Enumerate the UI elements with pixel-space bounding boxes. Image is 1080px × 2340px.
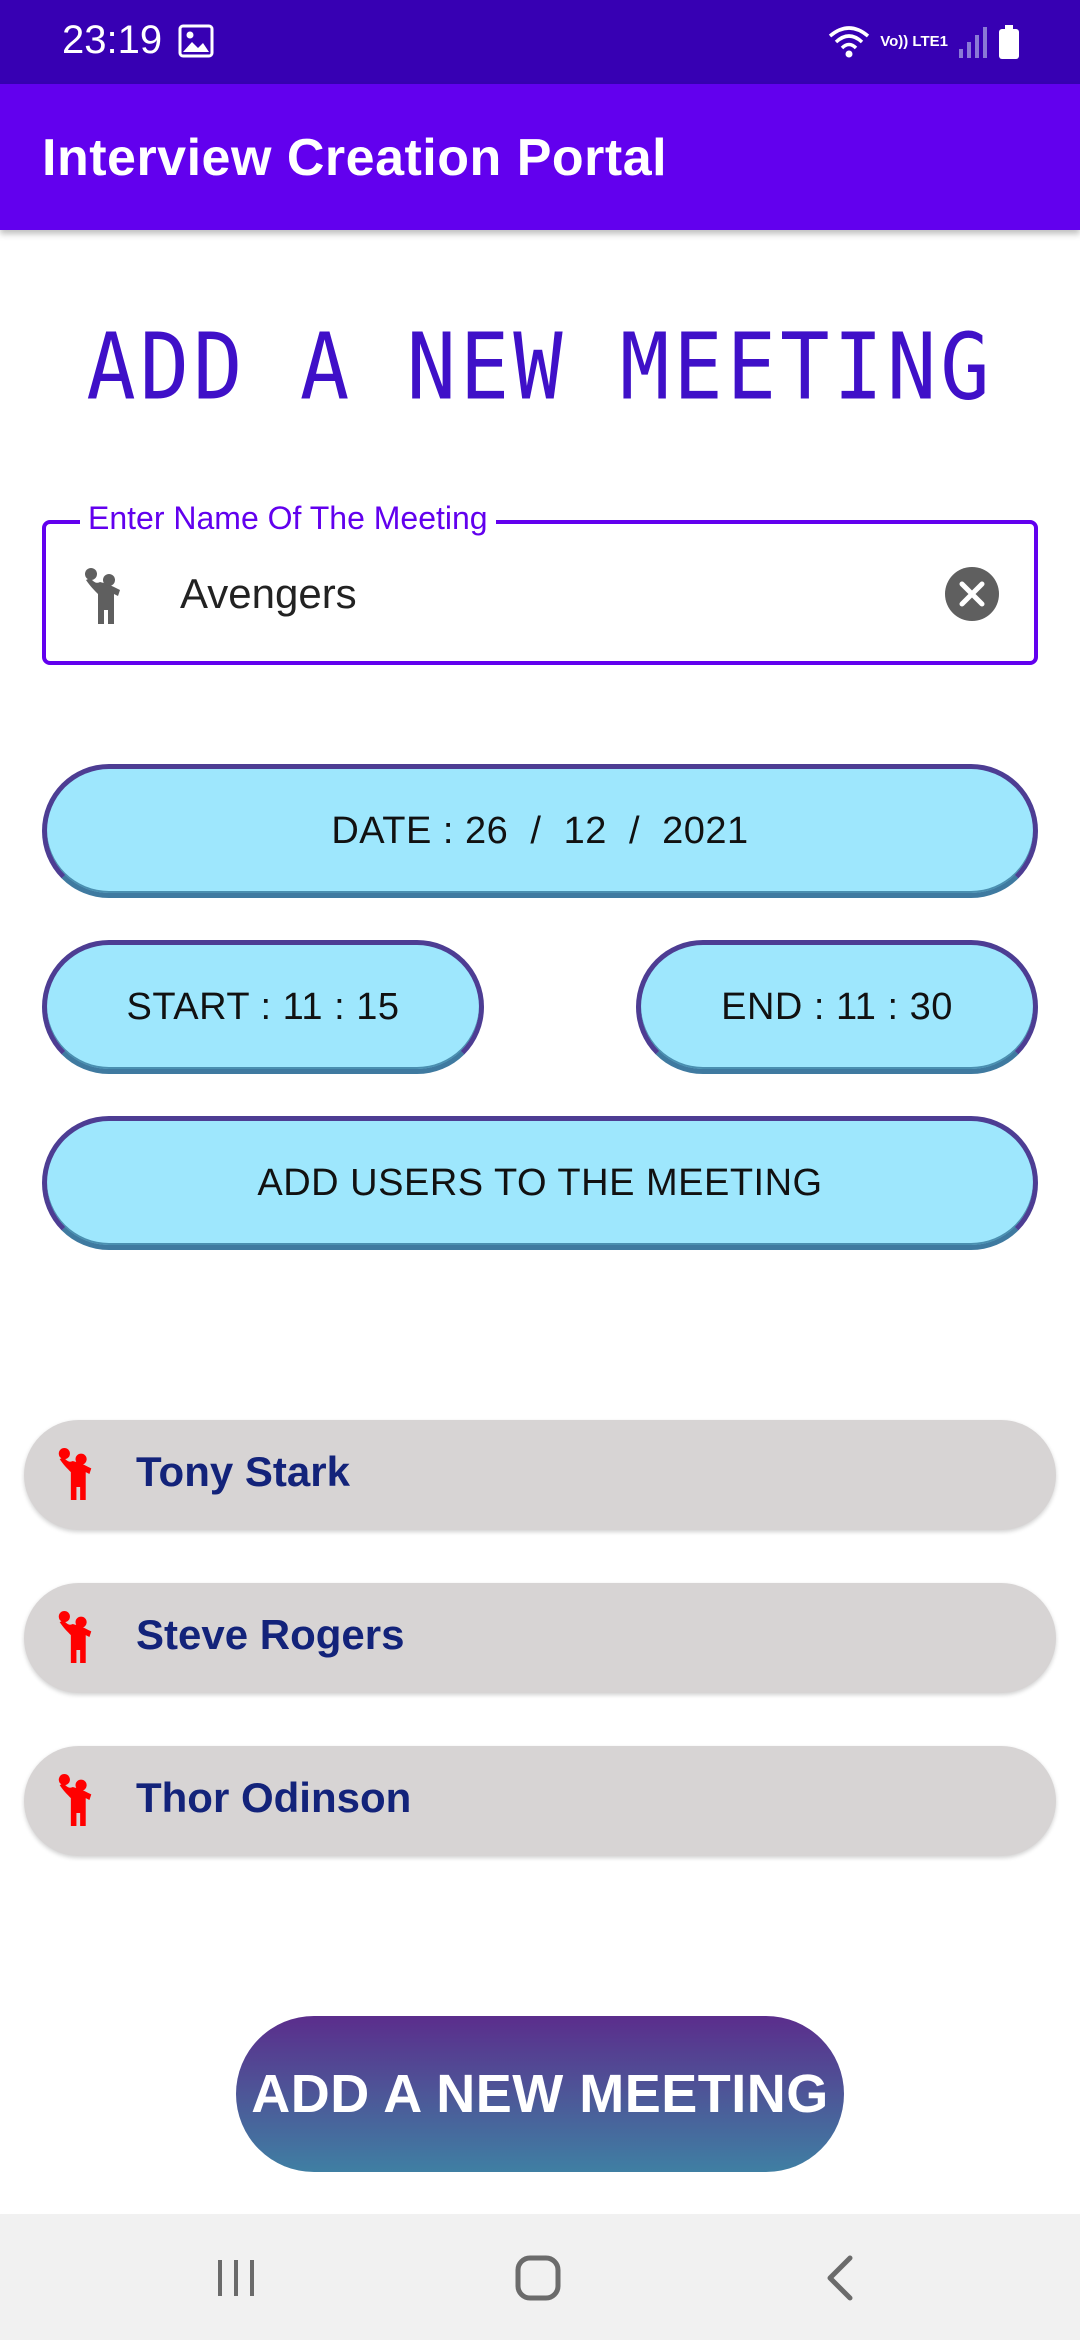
add-users-label: ADD USERS TO THE MEETING [257, 1161, 823, 1204]
start-time-button[interactable]: START : 11 : 15 [42, 940, 484, 1074]
person-raising-hand-icon [56, 1444, 108, 1504]
user-item[interactable]: Tony Stark [24, 1420, 1056, 1530]
person-raising-hand-icon [56, 1770, 108, 1830]
app-title: Interview Creation Portal [42, 129, 668, 187]
user-name: Thor Odinson [136, 1774, 412, 1821]
person-raising-hand-icon [56, 1607, 108, 1667]
gallery-icon [178, 24, 214, 58]
wifi-icon [828, 24, 870, 60]
start-time-label: START : 11 : 15 [126, 985, 400, 1028]
back-icon[interactable] [812, 2248, 872, 2308]
end-time-button[interactable]: END : 11 : 30 [636, 940, 1038, 1074]
lte-icon: Vo)) LTE1 [880, 33, 948, 50]
user-item[interactable]: Thor Odinson [24, 1746, 1056, 1856]
add-meeting-label: ADD A NEW MEETING [251, 2064, 829, 2124]
status-icons: Vo)) LTE1 [828, 20, 1020, 64]
user-name: Tony Stark [136, 1448, 350, 1495]
home-icon[interactable] [508, 2248, 568, 2308]
meeting-name-field[interactable]: Enter Name Of The Meeting [42, 500, 1038, 665]
navigation-bar [0, 2214, 1080, 2340]
signal-icon [958, 25, 988, 59]
person-raising-hand-icon [82, 566, 138, 626]
add-meeting-button[interactable]: ADD A NEW MEETING [236, 2016, 844, 2172]
clear-circle-icon[interactable] [944, 566, 1000, 622]
screen: 23:19 Vo)) LTE1 Interview Creation Porta… [0, 0, 1080, 2340]
page-title: ADD A NEW MEETING [86, 314, 994, 421]
recent-apps-icon[interactable] [206, 2248, 266, 2308]
date-button-label: DATE : 26 / 12 / 2021 [331, 809, 749, 852]
battery-icon [998, 24, 1020, 60]
date-button[interactable]: DATE : 26 / 12 / 2021 [42, 764, 1038, 898]
end-time-label: END : 11 : 30 [721, 985, 953, 1028]
app-bar: Interview Creation Portal [0, 84, 1080, 230]
user-item[interactable]: Steve Rogers [24, 1583, 1056, 1693]
status-time: 23:19 [62, 18, 163, 62]
meeting-name-input[interactable] [180, 554, 940, 634]
meeting-name-label: Enter Name Of The Meeting [80, 500, 496, 537]
add-users-button[interactable]: ADD USERS TO THE MEETING [42, 1116, 1038, 1250]
status-bar: 23:19 Vo)) LTE1 [0, 0, 1080, 84]
user-name: Steve Rogers [136, 1611, 405, 1658]
